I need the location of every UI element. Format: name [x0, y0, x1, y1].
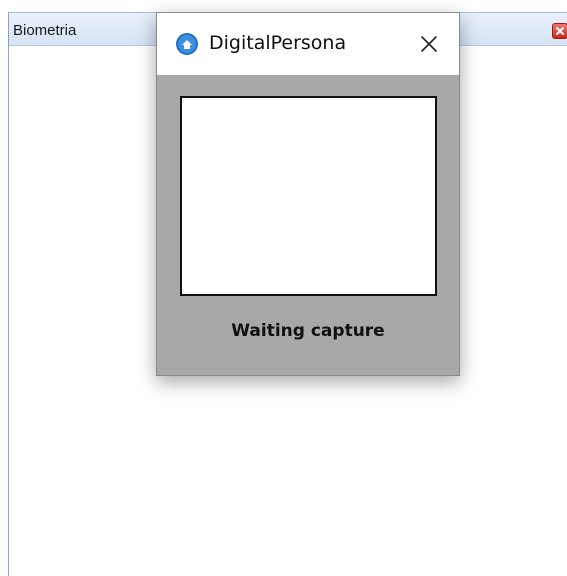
- screen: Biometria DigitalPersona Waiting capture: [0, 0, 567, 576]
- dialog-titlebar[interactable]: DigitalPersona: [157, 13, 459, 75]
- dialog-title: DigitalPersona: [209, 32, 347, 54]
- fingerprint-preview-box: [180, 96, 437, 296]
- digitalpersona-logo-icon: [175, 32, 199, 56]
- biometria-window-title: Biometria: [13, 22, 77, 39]
- capture-status-text: Waiting capture: [231, 321, 385, 341]
- close-x-red-icon[interactable]: [552, 23, 567, 39]
- close-x-icon[interactable]: [417, 32, 441, 56]
- digitalpersona-dialog: DigitalPersona Waiting capture: [156, 12, 460, 376]
